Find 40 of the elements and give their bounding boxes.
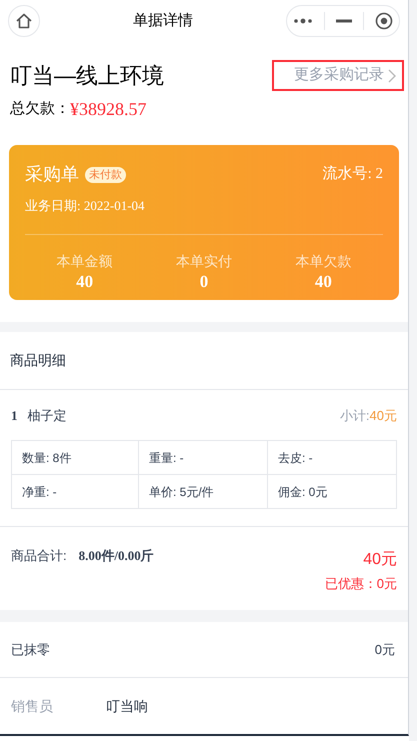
status-badge: 未付款 [85,166,126,182]
serial-number: 流水号: 2 [322,164,383,184]
total-amount: 40元 [363,550,397,570]
table-cell: 数量: 8件 [12,441,139,475]
discount-amount: 已优惠：0元 [324,575,397,593]
home-button[interactable] [8,5,40,37]
total-debt-value: ¥38928.57 [70,98,146,121]
business-date: 业务日期: 2022-01-04 [25,197,146,215]
subtotal-value: 40元 [370,406,397,424]
home-icon [15,12,33,30]
goods-total-label: 商品合计: [11,547,67,565]
more-records-link[interactable]: 更多采购记录 [272,60,404,91]
stat-value: 40 [76,270,94,292]
order-type: 采购单 [25,163,79,186]
row-label: 销售员 [11,696,54,716]
row-value: 0元 [374,640,395,659]
row-label: 已抹零 [11,640,50,659]
store-name: 叮当—线上环境 [10,62,164,90]
stat-label: 本单金额 [56,252,113,270]
stat-value: 40 [314,270,332,292]
item-name: 柚子定 [28,406,66,424]
total-debt-label: 总欠款： [10,99,70,120]
stat-value: 0 [200,270,208,292]
stat-label: 本单实付 [176,252,232,270]
goods-total-value: 8.00件/0.00斤 [78,547,154,565]
minimize-icon[interactable] [336,19,352,23]
table-cell: 重量: - [139,441,268,475]
page-title: 单据详情 [133,10,193,31]
subtotal-label: 小计: [340,406,370,424]
section-heading: 商品明细 [10,350,66,370]
target-icon[interactable] [375,12,394,30]
table-cell: 净重: - [12,475,139,509]
stat-label: 本单欠款 [295,252,352,270]
row-value: 叮当响 [106,696,148,716]
chevron-right-icon [388,68,396,82]
item-index: 1 [11,406,18,424]
table-cell: 单价: 5元/件 [139,475,268,509]
table-cell: 去皮: - [268,441,397,475]
more-icon[interactable] [292,18,313,24]
table-cell: 佣金: 0元 [268,475,397,509]
